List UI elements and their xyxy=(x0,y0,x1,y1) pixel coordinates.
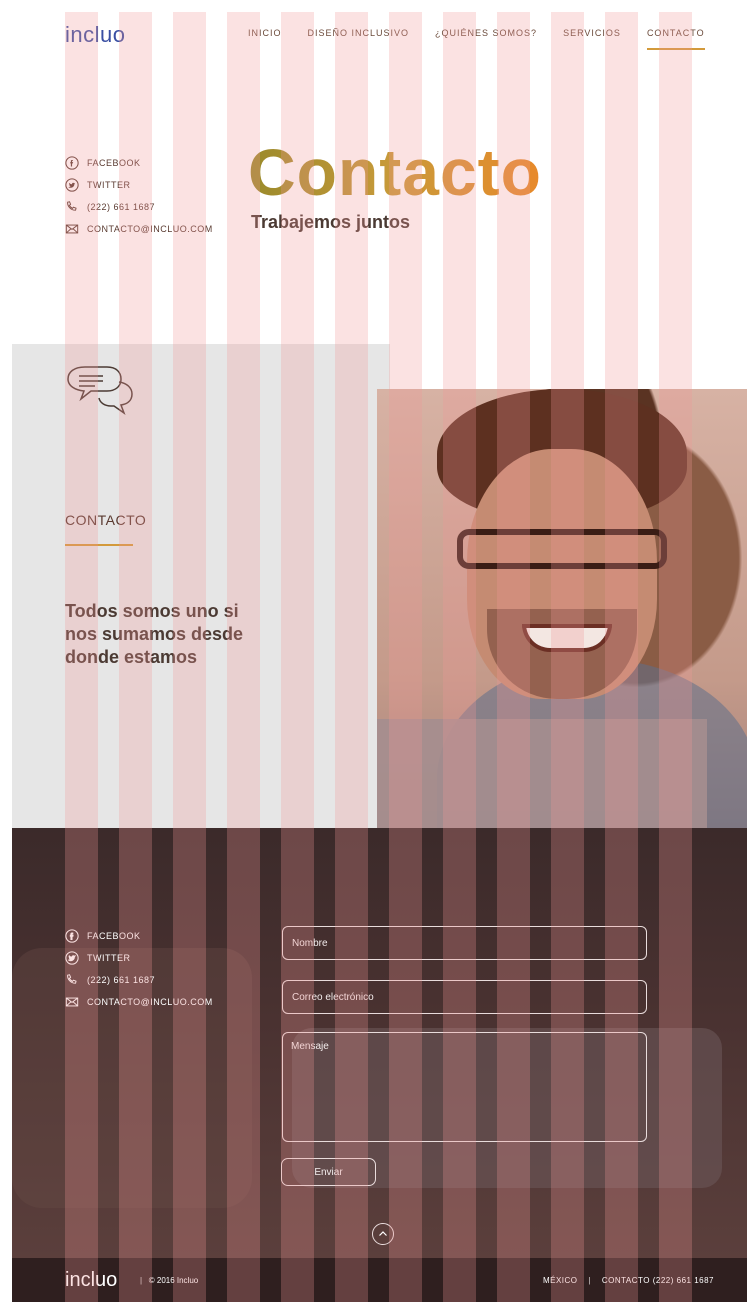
twitter-link[interactable]: TWITTER xyxy=(65,174,213,196)
email-link[interactable]: CONTACTO@INCLUO.COM xyxy=(65,218,213,240)
facebook-link[interactable]: FACEBOOK xyxy=(65,152,213,174)
section-label: CONTACTO xyxy=(65,512,147,528)
site-footer: incluo | © 2016 Incluo MÉXICO | CONTACTO… xyxy=(12,1258,747,1302)
footer-separator: | xyxy=(588,1276,591,1285)
photo-smile xyxy=(522,624,612,652)
twitter-link[interactable]: TWITTER xyxy=(65,947,213,969)
email-label: CONTACTO@INCLUO.COM xyxy=(87,224,213,234)
phone-link[interactable]: (222) 661 1687 xyxy=(65,969,213,991)
phone-link[interactable]: (222) 661 1687 xyxy=(65,196,213,218)
section-underline xyxy=(65,544,133,546)
twitter-label: TWITTER xyxy=(87,180,131,190)
footer-copyright: © 2016 Incluo xyxy=(148,1276,199,1285)
phone-label: (222) 661 1687 xyxy=(87,202,156,212)
footer-contact-group: MÉXICO | CONTACTO (222) 661 1687 xyxy=(543,1276,714,1285)
footer-logo[interactable]: incluo xyxy=(65,1269,117,1292)
phone-label: (222) 661 1687 xyxy=(87,975,156,985)
chat-bubbles-icon xyxy=(65,364,141,420)
email-input[interactable] xyxy=(282,980,647,1014)
message-textarea[interactable] xyxy=(282,1032,647,1142)
envelope-icon xyxy=(65,995,79,1009)
hero-social-list: FACEBOOK TWITTER (222) 661 1687 CONTACTO… xyxy=(65,152,213,240)
facebook-icon xyxy=(65,156,79,170)
envelope-icon xyxy=(65,222,79,236)
hero-photo xyxy=(377,389,747,873)
nav-servicios[interactable]: SERVICIOS xyxy=(563,28,621,38)
nav-quienes-somos[interactable]: ¿QUIÉNES SOMOS? xyxy=(435,28,537,38)
page: incluo INICIO DISEÑO INCLUSIVO ¿QUIÉNES … xyxy=(0,0,747,1302)
site-logo[interactable]: incluo xyxy=(65,22,125,48)
page-subtitle: Trabajemos juntos xyxy=(251,212,411,232)
twitter-icon xyxy=(65,178,79,192)
footer-separator: | xyxy=(140,1276,143,1285)
name-input[interactable] xyxy=(282,926,647,960)
footer-copyright-group: | © 2016 Incluo xyxy=(140,1276,198,1285)
facebook-icon xyxy=(65,929,79,943)
twitter-label: TWITTER xyxy=(87,953,131,963)
browser-frame: incluo INICIO DISEÑO INCLUSIVO ¿QUIÉNES … xyxy=(12,12,747,1302)
twitter-icon xyxy=(65,951,79,965)
nav-diseno-inclusivo[interactable]: DISEÑO INCLUSIVO xyxy=(308,28,410,38)
phone-icon xyxy=(65,200,79,214)
scroll-to-top-button[interactable] xyxy=(372,1223,394,1245)
intro-quote: Todos somos uno si nos sumamos desde don… xyxy=(65,601,244,667)
chevron-up-icon xyxy=(379,1231,387,1236)
facebook-label: FACEBOOK xyxy=(87,931,141,941)
page-title: Contacto xyxy=(248,132,542,212)
nav-inicio[interactable]: INICIO xyxy=(248,28,282,38)
email-label: CONTACTO@INCLUO.COM xyxy=(87,997,213,1007)
email-link[interactable]: CONTACTO@INCLUO.COM xyxy=(65,991,213,1013)
facebook-label: FACEBOOK xyxy=(87,158,141,168)
form-social-list: FACEBOOK TWITTER (222) 661 1687 CONTACTO… xyxy=(65,925,213,1013)
nav-contacto[interactable]: CONTACTO xyxy=(646,28,705,50)
facebook-link[interactable]: FACEBOOK xyxy=(65,925,213,947)
footer-country: MÉXICO xyxy=(542,1276,578,1285)
photo-glasses xyxy=(457,529,667,569)
phone-icon xyxy=(65,973,79,987)
footer-contact[interactable]: CONTACTO (222) 661 1687 xyxy=(602,1276,714,1285)
main-nav: INICIO DISEÑO INCLUSIVO ¿QUIÉNES SOMOS? … xyxy=(248,28,731,50)
send-button[interactable]: Enviar xyxy=(281,1158,376,1186)
